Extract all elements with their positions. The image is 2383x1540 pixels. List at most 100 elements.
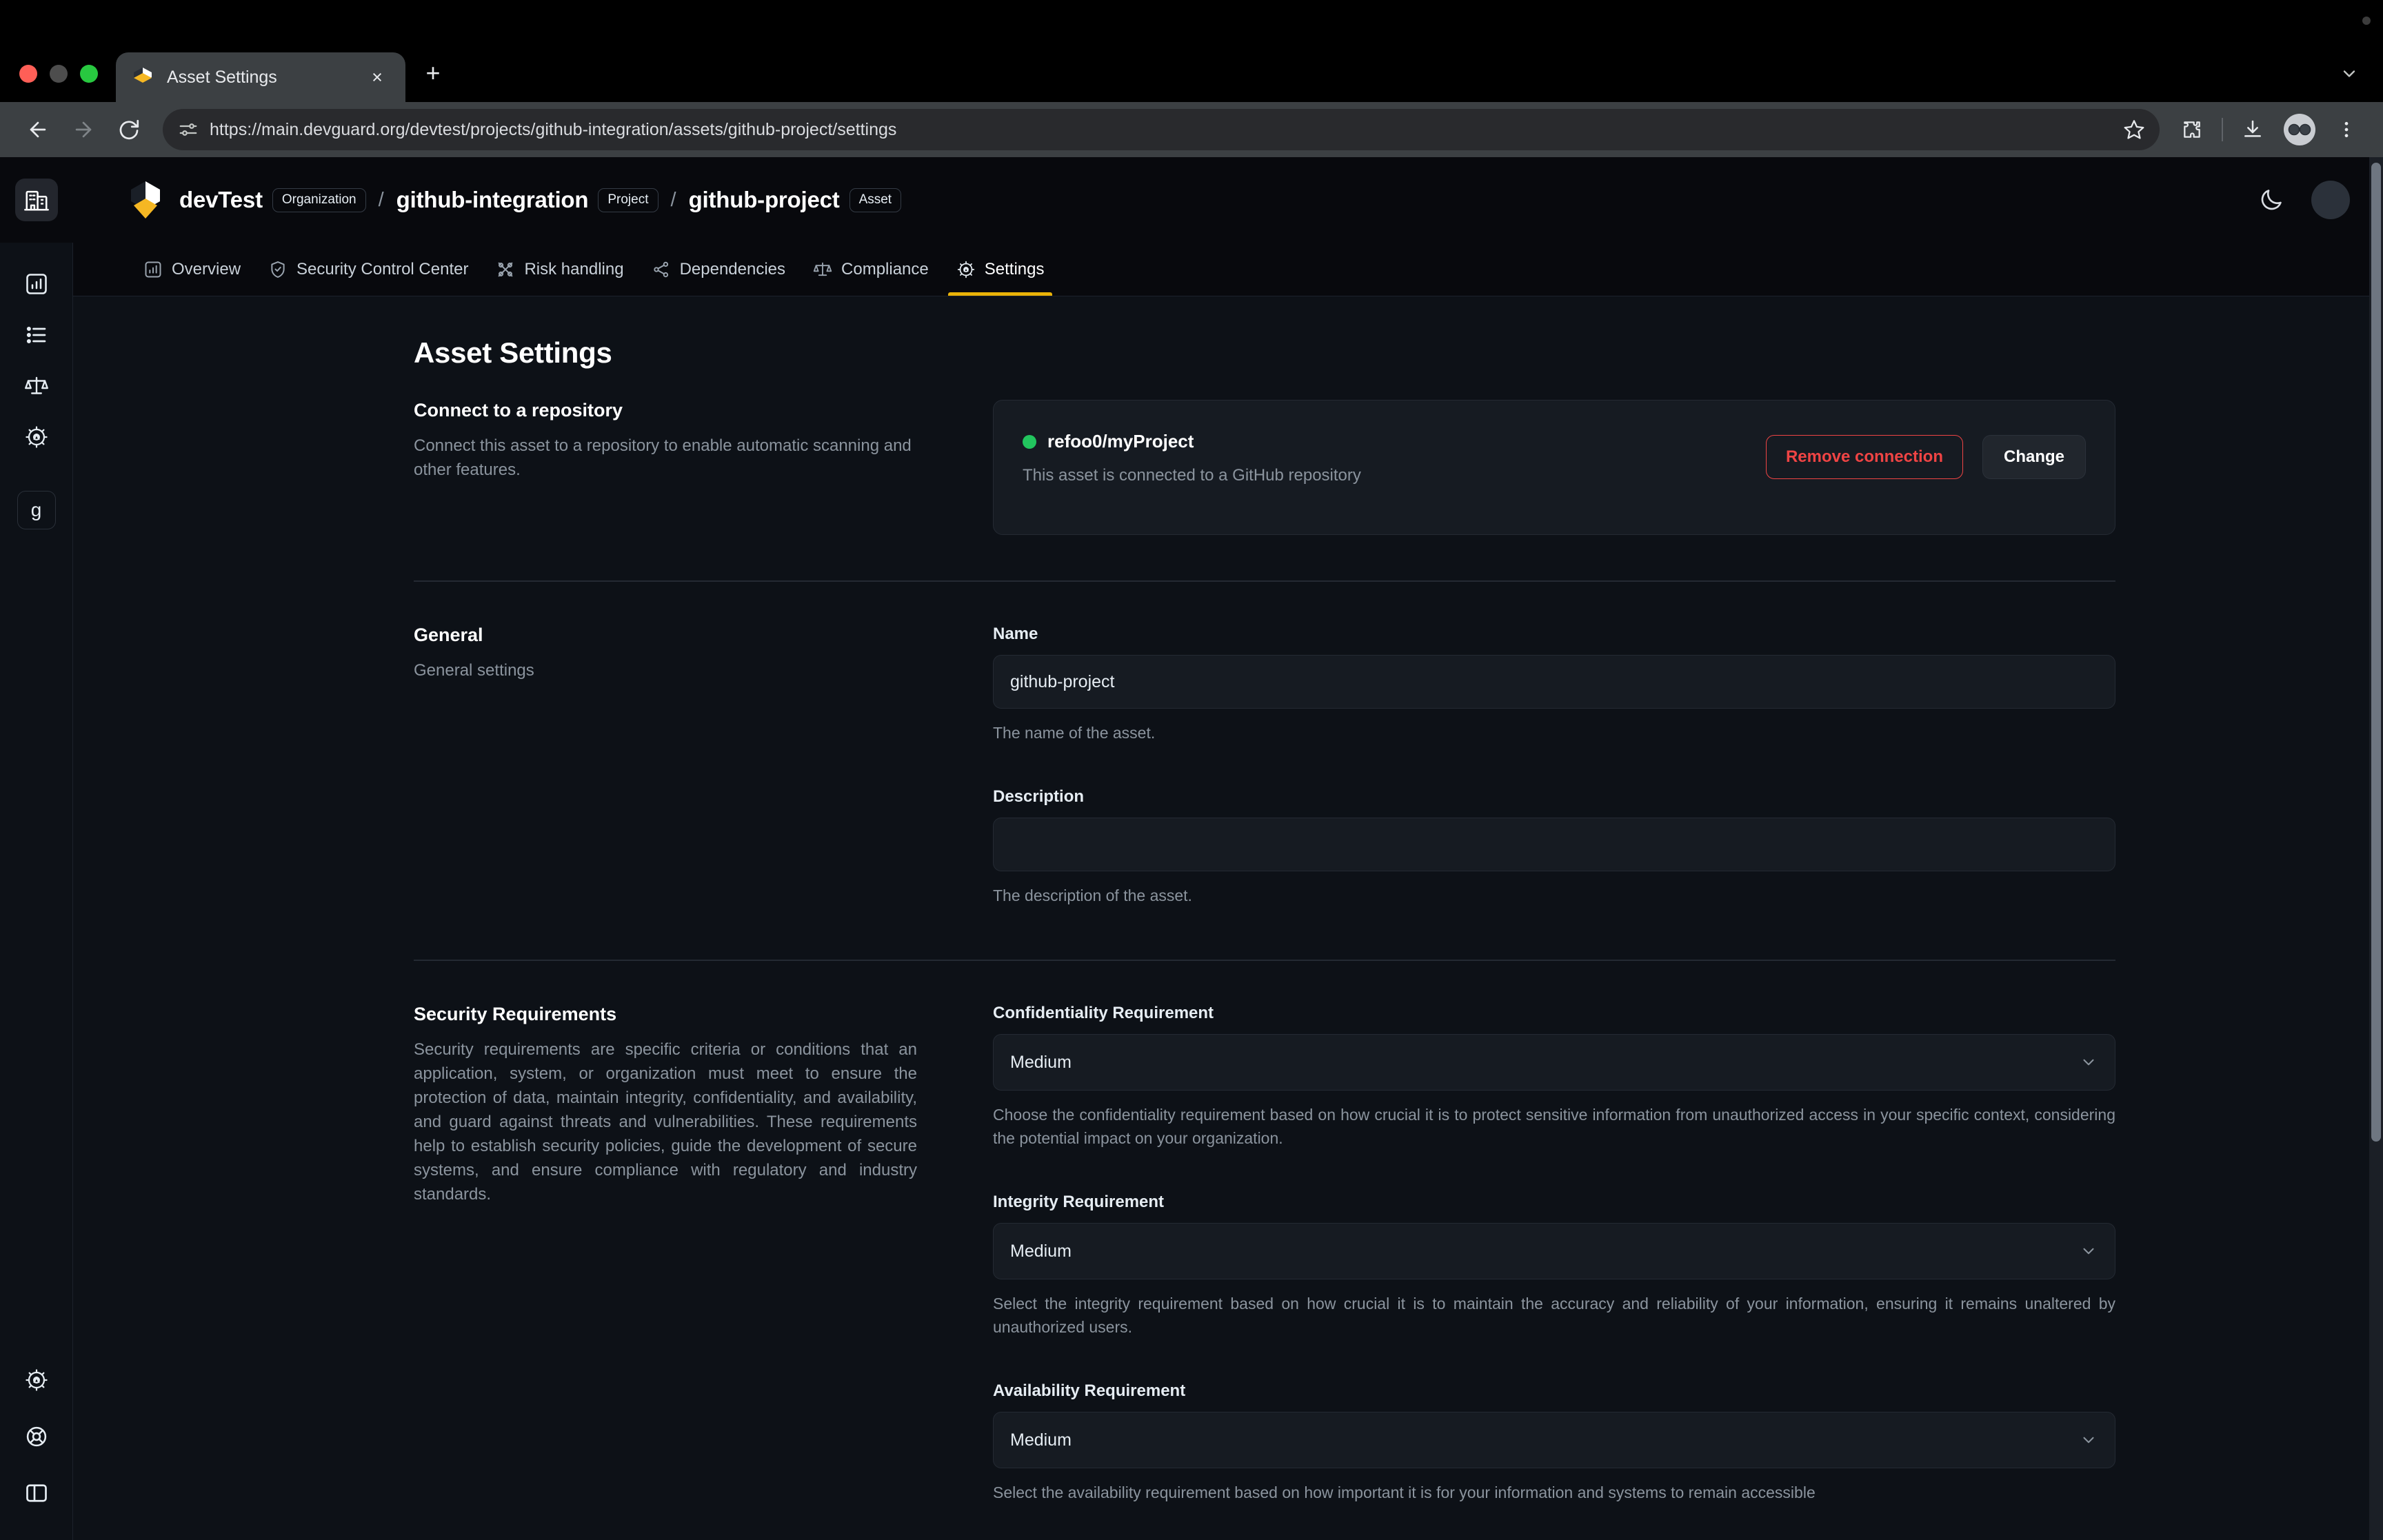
tab-overview[interactable]: Overview bbox=[130, 243, 254, 296]
omnibox-actions bbox=[2115, 111, 2153, 148]
back-button[interactable] bbox=[17, 108, 59, 151]
rail-item-overview[interactable] bbox=[12, 261, 61, 310]
connect-repository-panel: refoo0/myProject This asset is connected… bbox=[993, 400, 2115, 535]
avatar[interactable] bbox=[2311, 181, 2350, 219]
general-section: General General settings Name The name o… bbox=[414, 625, 2115, 921]
address-bar[interactable]: https://main.devguard.org/devtest/projec… bbox=[163, 109, 2160, 150]
tab-label: Dependencies bbox=[679, 259, 786, 278]
minimize-window-button[interactable] bbox=[50, 65, 68, 83]
rail-org-switcher[interactable] bbox=[0, 157, 73, 243]
devguard-logo[interactable] bbox=[130, 181, 161, 219]
general-info: General General settings bbox=[414, 625, 993, 914]
tab-risk-handling[interactable]: Risk handling bbox=[482, 243, 637, 296]
tab-settings[interactable]: Settings bbox=[943, 243, 1058, 296]
scrollbar-thumb[interactable] bbox=[2371, 163, 2381, 1142]
risk-icon bbox=[496, 260, 515, 279]
confidentiality-label: Confidentiality Requirement bbox=[993, 1004, 1214, 1023]
new-tab-button[interactable]: + bbox=[415, 55, 451, 91]
name-input[interactable] bbox=[993, 655, 2115, 709]
security-requirements-info: Security Requirements Security requireme… bbox=[414, 1004, 993, 1511]
integrity-help: Select the integrity requirement based o… bbox=[993, 1295, 2115, 1337]
moon-icon[interactable] bbox=[2255, 183, 2288, 216]
breadcrumb-org-name[interactable]: devTest bbox=[179, 187, 263, 213]
settings-scroll-area[interactable]: Asset Settings Connect to a repository C… bbox=[73, 296, 2383, 1540]
tab-label: Compliance bbox=[841, 259, 929, 278]
confidentiality-select[interactable]: Medium bbox=[993, 1034, 2115, 1091]
window-controls bbox=[15, 65, 98, 102]
browser-tab[interactable]: Asset Settings × bbox=[116, 52, 405, 102]
tab-label: Risk handling bbox=[524, 259, 624, 278]
main-content: devTest Organization / github-integratio… bbox=[73, 157, 2383, 1540]
breadcrumb: devTest Organization / github-integratio… bbox=[179, 187, 902, 213]
share-nodes-icon bbox=[652, 260, 671, 279]
rail-item-settings[interactable] bbox=[12, 414, 61, 463]
security-requirements-fields: Confidentiality Requirement Medium Choos… bbox=[993, 1004, 2115, 1511]
rail-bottom-group bbox=[0, 1357, 73, 1521]
site-settings-icon[interactable] bbox=[178, 119, 199, 140]
app-header: devTest Organization / github-integratio… bbox=[73, 157, 2383, 243]
forward-button[interactable] bbox=[62, 108, 105, 151]
repository-info: refoo0/myProject This asset is connected… bbox=[1023, 431, 1766, 485]
page-scrollbar[interactable] bbox=[2369, 157, 2383, 1540]
scales-icon bbox=[24, 374, 49, 402]
description-input[interactable] bbox=[993, 818, 2115, 872]
breadcrumb-asset-tag: Asset bbox=[849, 188, 902, 212]
toolbar-divider bbox=[2222, 118, 2223, 141]
bookmark-star-icon[interactable] bbox=[2115, 111, 2153, 148]
maximize-window-button[interactable] bbox=[80, 65, 98, 83]
list-icon bbox=[24, 323, 49, 351]
extensions-puzzle-icon[interactable] bbox=[2172, 110, 2212, 150]
section-description: General settings bbox=[414, 661, 534, 680]
close-window-button[interactable] bbox=[19, 65, 37, 83]
tab-label: Settings bbox=[984, 259, 1045, 278]
availability-select[interactable]: Medium bbox=[993, 1412, 2115, 1469]
browser-tabstrip: Asset Settings × + bbox=[0, 43, 2383, 102]
browser-toolbar: https://main.devguard.org/devtest/projec… bbox=[0, 102, 2383, 157]
page-title: Asset Settings bbox=[414, 336, 612, 369]
breadcrumb-project-name[interactable]: github-integration bbox=[396, 187, 589, 213]
chrome-menu-icon[interactable] bbox=[2326, 110, 2366, 150]
close-tab-icon[interactable]: × bbox=[364, 64, 390, 90]
rail-item-list[interactable] bbox=[12, 312, 61, 361]
field-spacer bbox=[993, 1157, 2115, 1193]
asset-nav-tabs: Overview Security Control Center Risk ha… bbox=[73, 243, 2383, 296]
profile-avatar[interactable] bbox=[2284, 114, 2315, 145]
breadcrumb-org-tag: Organization bbox=[272, 188, 366, 212]
description-field-label: Description bbox=[993, 787, 1085, 807]
status-badge bbox=[1023, 434, 1036, 449]
availability-label: Availability Requirement bbox=[993, 1381, 1186, 1401]
remove-connection-button[interactable]: Remove connection bbox=[1765, 435, 1963, 479]
lifebuoy-icon bbox=[24, 1424, 49, 1452]
general-fields: Name The name of the asset. Description … bbox=[993, 625, 2115, 914]
tab-dependencies[interactable]: Dependencies bbox=[638, 243, 799, 296]
browser-window: Asset Settings × + https://main.devguard… bbox=[0, 0, 2383, 1540]
availability-help: Select the availability requirement base… bbox=[993, 1483, 1816, 1502]
rail-bottom-sidebar-toggle[interactable] bbox=[12, 1470, 61, 1519]
panel-toggle-icon bbox=[24, 1481, 49, 1509]
integrity-select[interactable]: Medium bbox=[993, 1223, 2115, 1280]
confidentiality-field-group: Confidentiality Requirement Medium Choos… bbox=[993, 1004, 2115, 1150]
tab-compliance[interactable]: Compliance bbox=[799, 243, 943, 296]
rail-item-compliance[interactable] bbox=[12, 363, 61, 412]
reload-button[interactable] bbox=[108, 108, 150, 151]
chevron-down-icon[interactable] bbox=[2333, 58, 2365, 90]
rail-workspace-badge[interactable]: g bbox=[17, 491, 56, 529]
tab-security-control-center[interactable]: Security Control Center bbox=[254, 243, 482, 296]
rail-bottom-settings[interactable] bbox=[12, 1357, 61, 1406]
section-heading: General bbox=[414, 625, 483, 645]
availability-select-wrap: Medium bbox=[993, 1412, 2115, 1469]
tab-label: Overview bbox=[172, 259, 241, 278]
rail-bottom-help[interactable] bbox=[12, 1413, 61, 1463]
downloads-icon[interactable] bbox=[2233, 110, 2273, 150]
gear-icon bbox=[24, 1368, 49, 1396]
chart-bar-icon bbox=[143, 260, 163, 279]
breadcrumb-asset-name[interactable]: github-project bbox=[689, 187, 840, 213]
confidentiality-help: Choose the confidentiality requirement b… bbox=[993, 1106, 2115, 1148]
change-connection-button[interactable]: Change bbox=[1982, 435, 2086, 479]
url-text: https://main.devguard.org/devtest/projec… bbox=[210, 119, 897, 139]
gear-icon bbox=[24, 425, 49, 453]
scales-icon bbox=[813, 260, 832, 279]
chart-bar-icon bbox=[24, 272, 49, 300]
breadcrumb-separator: / bbox=[670, 188, 676, 211]
field-spacer bbox=[993, 1346, 2115, 1381]
